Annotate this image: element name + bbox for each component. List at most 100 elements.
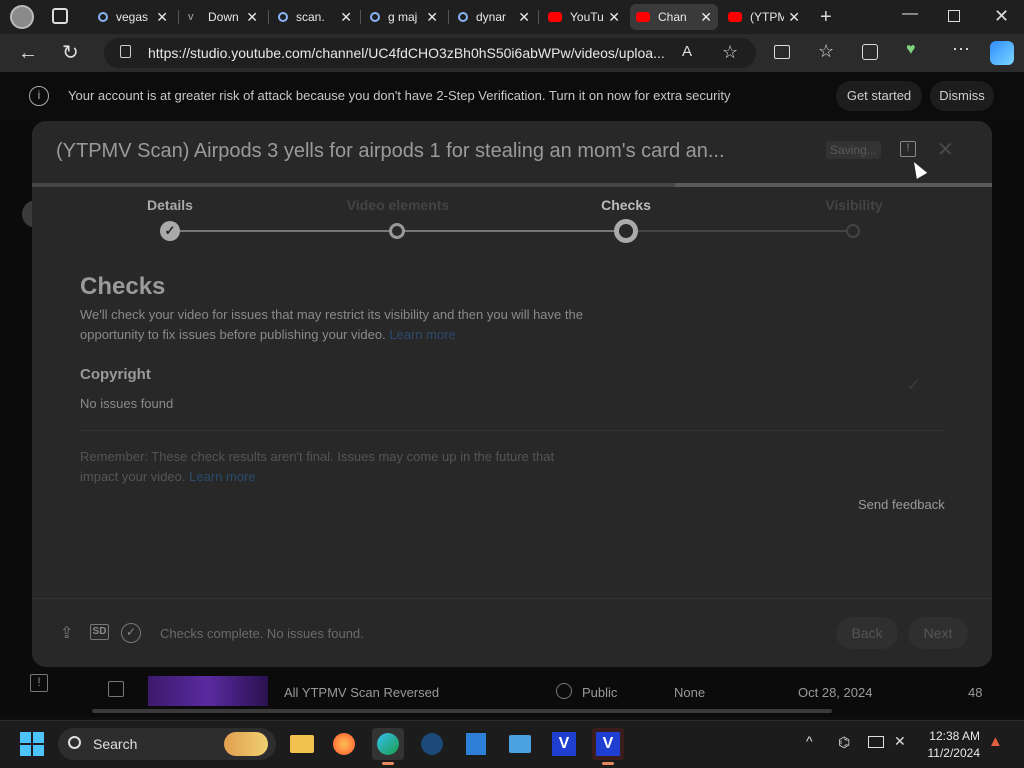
refresh-icon[interactable]: ↻ xyxy=(62,43,79,63)
profile-avatar[interactable] xyxy=(10,5,34,29)
chevron-up-icon[interactable]: ^ xyxy=(806,734,813,748)
tab-label: YouTu xyxy=(570,10,604,24)
computer-app-icon[interactable] xyxy=(504,728,536,760)
video-row[interactable]: All YTPMV Scan Reversed Public None Oct … xyxy=(100,676,1000,708)
stepper-line-todo xyxy=(626,230,854,232)
search-icon xyxy=(278,12,288,22)
lock-icon[interactable] xyxy=(120,45,131,58)
display-icon[interactable] xyxy=(868,736,884,748)
saving-status: Saving... xyxy=(826,141,881,159)
split-screen-icon[interactable] xyxy=(774,45,790,59)
tab-actions-icon[interactable] xyxy=(52,8,68,24)
step-checks-dot[interactable] xyxy=(614,219,638,243)
copyright-check-icon: ✓ xyxy=(906,375,922,395)
next-button[interactable]: Next xyxy=(908,617,968,649)
taskbar-search[interactable]: Search xyxy=(58,728,276,760)
sd-badge: SD xyxy=(90,624,109,640)
minimize-icon[interactable]: — xyxy=(902,6,918,22)
tab-label: dynar xyxy=(476,10,507,24)
volume-muted-icon[interactable]: ✕ xyxy=(894,734,906,748)
checks-description: We'll check your video for issues that m… xyxy=(80,305,610,345)
notification-bell-icon[interactable]: ▲ xyxy=(988,734,1003,749)
row-checkbox[interactable] xyxy=(108,681,124,697)
get-started-button[interactable]: Get started xyxy=(836,81,922,111)
tab-scan[interactable]: scan. ✕ xyxy=(272,4,358,30)
clock-time[interactable]: 12:38 AM xyxy=(918,729,980,743)
edge-active-indicator xyxy=(382,762,394,765)
close-icon[interactable]: ✕ xyxy=(937,137,954,162)
search-highlight-icon xyxy=(224,732,268,756)
step-video-elements-label[interactable]: Video elements xyxy=(328,197,468,213)
learn-more-link-2[interactable]: Learn more xyxy=(189,469,255,484)
vegas-pro-active-icon[interactable]: V xyxy=(592,728,624,760)
close-icon[interactable]: ✕ xyxy=(788,9,800,26)
search-icon xyxy=(458,12,468,22)
globe-icon xyxy=(556,683,572,699)
read-aloud-icon[interactable]: A xyxy=(682,44,692,59)
tab-youtube[interactable]: YouTu ✕ xyxy=(542,4,626,30)
tab-vegas[interactable]: vegas ✕ xyxy=(92,4,174,30)
report-icon[interactable]: ! xyxy=(900,141,916,157)
file-explorer-icon[interactable] xyxy=(286,728,318,760)
feedback-icon[interactable]: ! xyxy=(30,674,48,692)
edge-icon[interactable] xyxy=(372,728,404,760)
close-icon[interactable]: ✕ xyxy=(700,9,712,26)
collections-icon[interactable] xyxy=(862,44,878,60)
clock-date[interactable]: 11/2/2024 xyxy=(918,746,981,760)
search-icon xyxy=(370,12,380,22)
step-checks-label[interactable]: Checks xyxy=(586,197,666,213)
vegas-active-indicator xyxy=(602,762,614,765)
dialog-title: (YTPMV Scan) Airpods 3 yells for airpods… xyxy=(56,140,725,162)
step-visibility-dot[interactable] xyxy=(846,224,860,238)
close-icon[interactable]: ✕ xyxy=(156,9,168,26)
firefox-icon[interactable] xyxy=(328,728,360,760)
more-icon[interactable]: ⋯ xyxy=(952,40,970,58)
steam-icon[interactable] xyxy=(416,728,448,760)
close-icon[interactable]: ✕ xyxy=(518,9,530,26)
step-visibility-label[interactable]: Visibility xyxy=(814,197,894,213)
step-video-elements-dot[interactable] xyxy=(389,223,405,239)
step-details-label[interactable]: Details xyxy=(130,197,210,213)
search-label: Search xyxy=(93,736,138,752)
tab-channel[interactable]: Chan ✕ xyxy=(630,4,718,30)
close-icon[interactable]: ✕ xyxy=(426,9,438,26)
step-details-check-icon[interactable]: ✓ xyxy=(160,221,180,241)
close-icon[interactable]: ✕ xyxy=(340,9,352,26)
back-button[interactable]: Back xyxy=(836,617,898,649)
close-window-icon[interactable]: ✕ xyxy=(994,7,1009,25)
blueprint-app-icon[interactable] xyxy=(460,728,492,760)
tab-down[interactable]: v Down ✕ xyxy=(182,4,264,30)
new-tab-icon[interactable]: + xyxy=(820,7,832,27)
windows-start-icon[interactable] xyxy=(20,732,44,756)
video-title[interactable]: All YTPMV Scan Reversed xyxy=(284,685,439,700)
network-icon[interactable]: ⌬ xyxy=(838,735,850,749)
copilot-icon[interactable] xyxy=(990,41,1014,65)
performance-icon[interactable]: ♥ xyxy=(906,42,916,58)
learn-more-link[interactable]: Learn more xyxy=(389,327,455,342)
vegas-pro-icon[interactable]: V xyxy=(548,728,580,760)
favorites-icon[interactable]: ☆ xyxy=(818,42,834,60)
close-icon[interactable]: ✕ xyxy=(608,9,620,26)
address-bar[interactable]: https://studio.youtube.com/channel/UC4fd… xyxy=(104,38,756,68)
remember-note: Remember: These check results aren't fin… xyxy=(80,447,580,487)
star-icon[interactable]: ☆ xyxy=(722,43,738,61)
search-icon xyxy=(98,12,108,22)
dismiss-button[interactable]: Dismiss xyxy=(930,81,994,111)
checks-description-text: We'll check your video for issues that m… xyxy=(80,307,583,342)
video-thumbnail[interactable] xyxy=(148,676,268,706)
restore-icon[interactable] xyxy=(948,10,960,22)
close-icon[interactable]: ✕ xyxy=(246,9,258,26)
horizontal-scrollbar[interactable] xyxy=(92,709,832,713)
tab-dynar[interactable]: dynar ✕ xyxy=(452,4,536,30)
upload-progress-track xyxy=(32,183,992,187)
url-text[interactable]: https://studio.youtube.com/channel/UC4fd… xyxy=(148,45,665,61)
youtube-icon xyxy=(728,12,742,22)
copyright-heading: Copyright xyxy=(80,366,151,383)
tab-label: (YTPM xyxy=(750,10,785,24)
tab-ytpm[interactable]: (YTPM ✕ xyxy=(722,4,806,30)
back-arrow-icon[interactable]: ← xyxy=(18,43,38,63)
send-feedback-link[interactable]: Send feedback xyxy=(858,497,945,512)
upload-dialog: (YTPMV Scan) Airpods 3 yells for airpods… xyxy=(32,121,992,667)
youtube-icon xyxy=(548,12,562,22)
tab-g-maj[interactable]: g maj ✕ xyxy=(364,4,444,30)
